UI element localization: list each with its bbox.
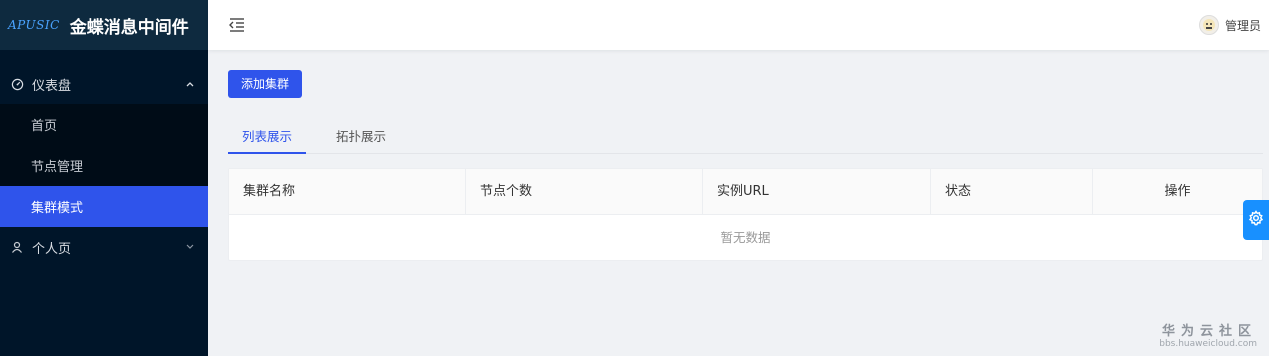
sidebar-item-personal[interactable]: 个人页 — [0, 227, 208, 267]
sidebar-item-cluster-mode[interactable]: 集群模式 — [0, 186, 208, 227]
sidebar-menu: 仪表盘 首页 节点管理 集群模式 个人页 — [0, 64, 208, 267]
main-content: 添加集群 列表展示 拓扑展示 集群名称 节点个数 实例URL 状态 操作 暂无数… — [228, 70, 1263, 261]
top-header: 管理员 — [208, 0, 1269, 50]
empty-placeholder: 暂无数据 — [720, 230, 771, 245]
menu-fold-icon[interactable] — [228, 16, 246, 34]
user-menu[interactable]: 管理员 — [1198, 15, 1261, 35]
sidebar-item-label: 仪表盘 — [32, 78, 72, 94]
brand-title: 金蝶消息中间件 — [69, 17, 189, 38]
settings-button[interactable] — [1243, 200, 1269, 240]
sidebar-item-label: 个人页 — [32, 241, 72, 257]
watermark: 华为云社区 bbs.huaweicloud.com — [1159, 320, 1257, 349]
sidebar-item-dashboard[interactable]: 仪表盘 — [0, 64, 208, 104]
watermark-title: 华为云社区 — [1161, 324, 1257, 339]
tab-list-view[interactable]: 列表展示 — [228, 124, 307, 154]
sidebar: APUSIC 金蝶消息中间件 仪表盘 首页 节点管理 集群模式 个人页 — [0, 0, 208, 356]
sidebar-item-home[interactable]: 首页 — [0, 104, 208, 145]
column-header-status: 状态 — [931, 169, 1093, 215]
chevron-up-icon — [186, 79, 194, 90]
chevron-down-icon — [186, 242, 194, 253]
add-cluster-button[interactable]: 添加集群 — [228, 70, 303, 98]
avatar — [1198, 15, 1219, 35]
cluster-table: 集群名称 节点个数 实例URL 状态 操作 暂无数据 — [228, 168, 1263, 261]
user-name: 管理员 — [1224, 18, 1261, 33]
column-header-cluster-name: 集群名称 — [229, 169, 466, 215]
brand-logo: APUSIC — [8, 18, 60, 32]
tab-topology-view[interactable]: 拓扑展示 — [322, 124, 400, 154]
brand: APUSIC 金蝶消息中间件 — [0, 0, 208, 50]
view-tabs: 列表展示 拓扑展示 — [228, 124, 1263, 154]
sidebar-item-node-management[interactable]: 节点管理 — [0, 145, 208, 186]
user-icon — [10, 240, 24, 254]
column-header-node-count: 节点个数 — [466, 169, 703, 215]
gear-icon — [1248, 210, 1264, 230]
column-header-instance-url: 实例URL — [703, 169, 931, 215]
column-header-actions: 操作 — [1164, 184, 1191, 199]
table-header: 集群名称 节点个数 实例URL 状态 操作 — [229, 169, 1262, 215]
watermark-url: bbs.huaweicloud.com — [1159, 339, 1257, 349]
dashboard-submenu: 首页 节点管理 集群模式 — [0, 104, 208, 227]
dashboard-icon — [10, 77, 24, 91]
